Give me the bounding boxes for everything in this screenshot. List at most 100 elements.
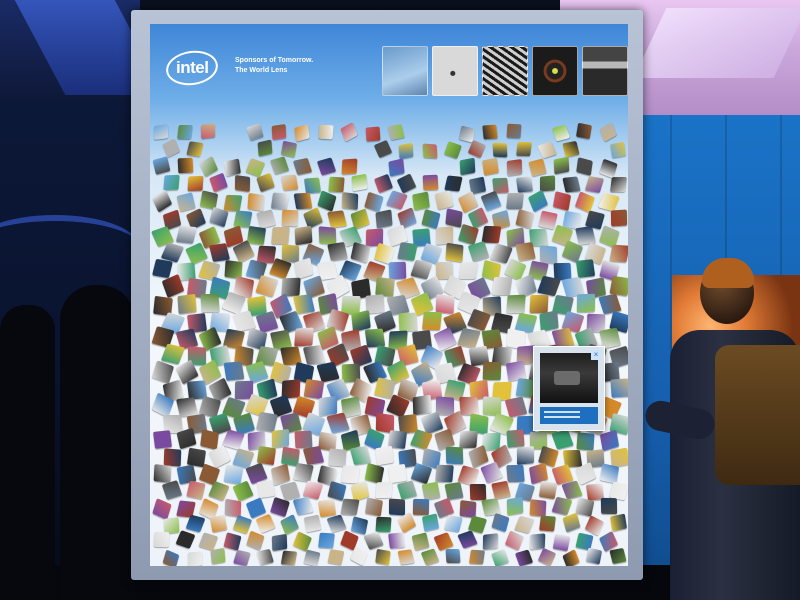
mosaic-tile[interactable] xyxy=(270,192,289,210)
mosaic-tile[interactable] xyxy=(198,532,219,551)
selected-image-popup[interactable]: × xyxy=(533,346,605,431)
mosaic-tile[interactable] xyxy=(326,210,347,228)
mosaic-tile[interactable] xyxy=(576,157,593,176)
mosaic-tile[interactable] xyxy=(350,546,368,566)
mosaic-tile[interactable] xyxy=(422,174,438,191)
mosaic-tile[interactable] xyxy=(318,226,336,245)
mosaic-tile[interactable] xyxy=(388,261,407,280)
mosaic-tile[interactable] xyxy=(599,463,619,485)
mosaic-tile[interactable] xyxy=(561,548,580,566)
mosaic-tile[interactable] xyxy=(609,142,626,159)
mosaic-tile[interactable] xyxy=(420,209,441,230)
mosaic-tile[interactable] xyxy=(152,156,171,176)
mosaic-tile[interactable] xyxy=(445,549,461,564)
mosaic-tile[interactable] xyxy=(200,123,216,140)
mosaic-tile[interactable] xyxy=(515,175,533,193)
mosaic-tile[interactable] xyxy=(514,208,535,229)
mosaic-tile[interactable] xyxy=(552,190,571,211)
mosaic-tile[interactable] xyxy=(505,429,525,449)
mosaic-tile[interactable] xyxy=(491,549,509,566)
mosaic-tile[interactable] xyxy=(398,142,414,160)
mosaic-tile[interactable] xyxy=(553,262,571,280)
mosaic-tile[interactable] xyxy=(562,210,581,229)
mosaic-tile[interactable] xyxy=(374,482,393,499)
mosaic-tile[interactable] xyxy=(340,498,360,516)
thumbnail-4[interactable] xyxy=(532,46,578,96)
mosaic-tile[interactable] xyxy=(482,361,502,381)
mosaic-tile[interactable] xyxy=(303,549,321,566)
mosaic-tile[interactable] xyxy=(294,225,313,246)
mosaic-tile[interactable] xyxy=(467,140,486,159)
mosaic-tile[interactable] xyxy=(327,176,345,193)
mosaic-tile[interactable] xyxy=(340,465,361,484)
mosaic-tile[interactable] xyxy=(317,532,335,549)
mosaic-tile[interactable] xyxy=(458,262,478,280)
mosaic-tile[interactable] xyxy=(576,431,595,451)
mosaic-tile[interactable] xyxy=(318,395,337,416)
mosaic-tile[interactable] xyxy=(293,257,314,280)
mosaic-tile[interactable] xyxy=(256,480,276,499)
mosaic-tile[interactable] xyxy=(609,513,627,532)
mosaic-tile[interactable] xyxy=(537,547,557,566)
mosaic-tile[interactable] xyxy=(457,224,479,246)
mosaic-tile[interactable] xyxy=(575,226,596,246)
mosaic-tile[interactable] xyxy=(350,516,369,535)
mosaic-tile[interactable] xyxy=(459,158,475,176)
mosaic-tile[interactable] xyxy=(210,548,226,565)
mosaic-tile[interactable] xyxy=(482,124,498,140)
mosaic-tile[interactable] xyxy=(246,225,267,245)
mosaic-tile[interactable] xyxy=(177,157,193,174)
mosaic-tile[interactable] xyxy=(561,176,581,193)
mosaic-tile[interactable] xyxy=(398,312,418,332)
mosaic-tile[interactable] xyxy=(411,532,429,551)
mosaic-tile[interactable] xyxy=(412,394,431,416)
mosaic-tile[interactable] xyxy=(505,193,524,210)
mosaic-tile[interactable] xyxy=(162,138,180,159)
mosaic-tile[interactable] xyxy=(163,174,180,191)
mosaic-tile[interactable] xyxy=(388,531,405,549)
mosaic-tile[interactable] xyxy=(458,431,478,449)
mosaic-tile[interactable] xyxy=(421,513,439,532)
mosaic-tile[interactable] xyxy=(445,447,464,465)
mosaic-tile[interactable] xyxy=(153,464,172,484)
mosaic-tile[interactable] xyxy=(550,429,574,450)
mosaic-tile[interactable] xyxy=(351,174,368,192)
mosaic-tile[interactable] xyxy=(341,296,361,314)
mosaic-tile[interactable] xyxy=(185,480,206,500)
mosaic-tile[interactable] xyxy=(341,158,358,175)
mosaic-tile[interactable] xyxy=(221,429,245,450)
mosaic-tile[interactable] xyxy=(153,429,172,449)
mosaic-tile[interactable] xyxy=(434,190,454,211)
mosaic-tile[interactable] xyxy=(293,463,314,483)
mosaic-tile[interactable] xyxy=(397,242,418,262)
mosaic-tile[interactable] xyxy=(422,143,437,159)
mosaic-tile[interactable] xyxy=(364,462,384,485)
mosaic-tile[interactable] xyxy=(232,550,251,566)
mosaic-tile[interactable] xyxy=(316,157,336,176)
mosaic-tile[interactable] xyxy=(223,464,243,485)
mosaic-tile[interactable] xyxy=(303,177,322,194)
mosaic-tile[interactable] xyxy=(388,464,407,484)
mosaic-tile[interactable] xyxy=(505,465,525,483)
mosaic-tile[interactable] xyxy=(389,498,405,516)
mosaic-tile[interactable] xyxy=(481,226,502,244)
mosaic-tile[interactable] xyxy=(609,177,627,193)
mosaic-tile[interactable] xyxy=(374,209,393,230)
mosaic-tile[interactable] xyxy=(364,328,385,348)
mosaic-tile[interactable] xyxy=(223,194,242,211)
mosaic-tile[interactable] xyxy=(386,190,408,210)
mosaic-tile[interactable] xyxy=(584,514,605,536)
mosaic-tile[interactable] xyxy=(504,396,527,418)
mosaic-tile[interactable] xyxy=(280,140,297,158)
mosaic-tile[interactable] xyxy=(528,158,547,177)
mosaic-tile[interactable] xyxy=(223,157,241,177)
mosaic-tile[interactable] xyxy=(176,124,193,139)
mosaic-tile[interactable] xyxy=(222,532,242,552)
mosaic-tile[interactable] xyxy=(411,191,430,211)
mosaic-tile[interactable] xyxy=(232,210,253,228)
mosaic-tile[interactable] xyxy=(163,517,180,534)
mosaic-tile[interactable] xyxy=(256,412,278,433)
mosaic-tile[interactable] xyxy=(374,548,391,566)
mosaic-tile[interactable] xyxy=(257,139,273,157)
mosaic-tile[interactable] xyxy=(506,123,521,139)
